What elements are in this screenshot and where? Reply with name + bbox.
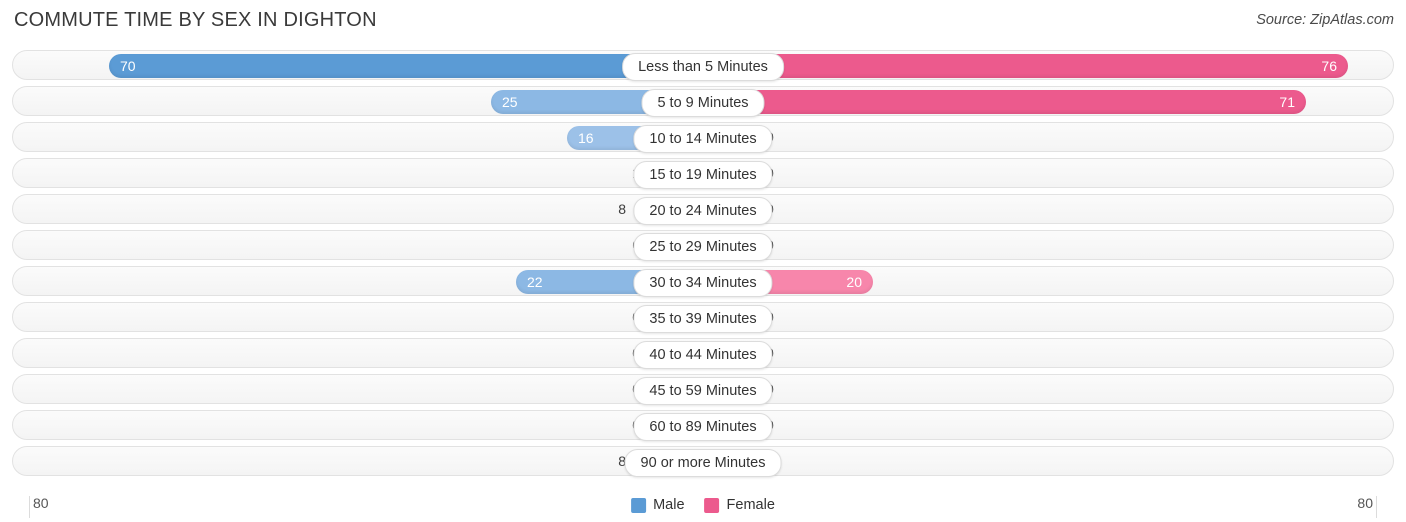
table-row: 1015 to 19 Minutes <box>12 158 1394 189</box>
category-label: 45 to 59 Minutes <box>633 377 773 405</box>
male-value-label: 25 <box>502 94 518 110</box>
table-row: 0040 to 44 Minutes <box>12 338 1394 369</box>
male-bar[interactable]: 70 <box>109 54 703 78</box>
female-value-label: 71 <box>1279 94 1295 110</box>
legend-label-female: Female <box>726 497 775 513</box>
commute-time-chart: COMMUTE TIME BY SEX IN DIGHTON Source: Z… <box>0 0 1406 522</box>
category-label: 90 or more Minutes <box>624 449 782 477</box>
page-title: COMMUTE TIME BY SEX IN DIGHTON <box>14 9 377 31</box>
table-row: 8020 to 24 Minutes <box>12 194 1394 225</box>
male-color-swatch <box>631 497 647 513</box>
axis-tick-left <box>29 496 30 518</box>
female-color-swatch <box>704 497 720 513</box>
category-label: 25 to 29 Minutes <box>633 233 773 261</box>
table-row: 0035 to 39 Minutes <box>12 302 1394 333</box>
category-label: 35 to 39 Minutes <box>633 305 773 333</box>
table-row: 0060 to 89 Minutes <box>12 410 1394 441</box>
female-bar[interactable]: 71 <box>703 90 1306 114</box>
axis-max-right: 80 <box>1357 495 1373 511</box>
chart-footer: 80 80 Male Female <box>0 488 1406 522</box>
category-label: Less than 5 Minutes <box>622 53 784 81</box>
female-value-label: 76 <box>1321 58 1337 74</box>
table-row: 6025 to 29 Minutes <box>12 230 1394 261</box>
table-row: 25 71 5 to 9 Minutes <box>12 86 1394 117</box>
category-label: 30 to 34 Minutes <box>633 269 773 297</box>
axis-max-left: 80 <box>33 495 49 511</box>
female-value-label: 20 <box>846 274 862 290</box>
chart-legend: Male Female <box>631 497 775 513</box>
table-row: 0045 to 59 Minutes <box>12 374 1394 405</box>
bar-rows-container: 70 76 Less than 5 Minutes 25 71 5 to 9 Minute… <box>0 50 1406 482</box>
category-label: 20 to 24 Minutes <box>633 197 773 225</box>
male-value-label: 22 <box>527 274 543 290</box>
chart-header: COMMUTE TIME BY SEX IN DIGHTON Source: Z… <box>0 0 1406 44</box>
category-label: 60 to 89 Minutes <box>633 413 773 441</box>
table-row: 70 76 Less than 5 Minutes <box>12 50 1394 81</box>
category-label: 10 to 14 Minutes <box>633 125 773 153</box>
category-label: 15 to 19 Minutes <box>633 161 773 189</box>
category-label: 5 to 9 Minutes <box>641 89 765 117</box>
male-value-label: 70 <box>120 58 136 74</box>
table-row: 8090 or more Minutes <box>12 446 1394 477</box>
male-value-label: 16 <box>578 130 594 146</box>
female-bar[interactable]: 76 <box>703 54 1348 78</box>
table-row: 16010 to 14 Minutes <box>12 122 1394 153</box>
category-label: 40 to 44 Minutes <box>633 341 773 369</box>
legend-item-female[interactable]: Female <box>704 497 775 513</box>
legend-label-male: Male <box>653 497 685 513</box>
legend-item-male[interactable]: Male <box>631 497 685 513</box>
table-row: 22 20 30 to 34 Minutes <box>12 266 1394 297</box>
male-value-label: 8 <box>618 201 626 217</box>
source-attribution: Source: ZipAtlas.com <box>1256 12 1394 28</box>
axis-tick-right <box>1376 496 1377 518</box>
